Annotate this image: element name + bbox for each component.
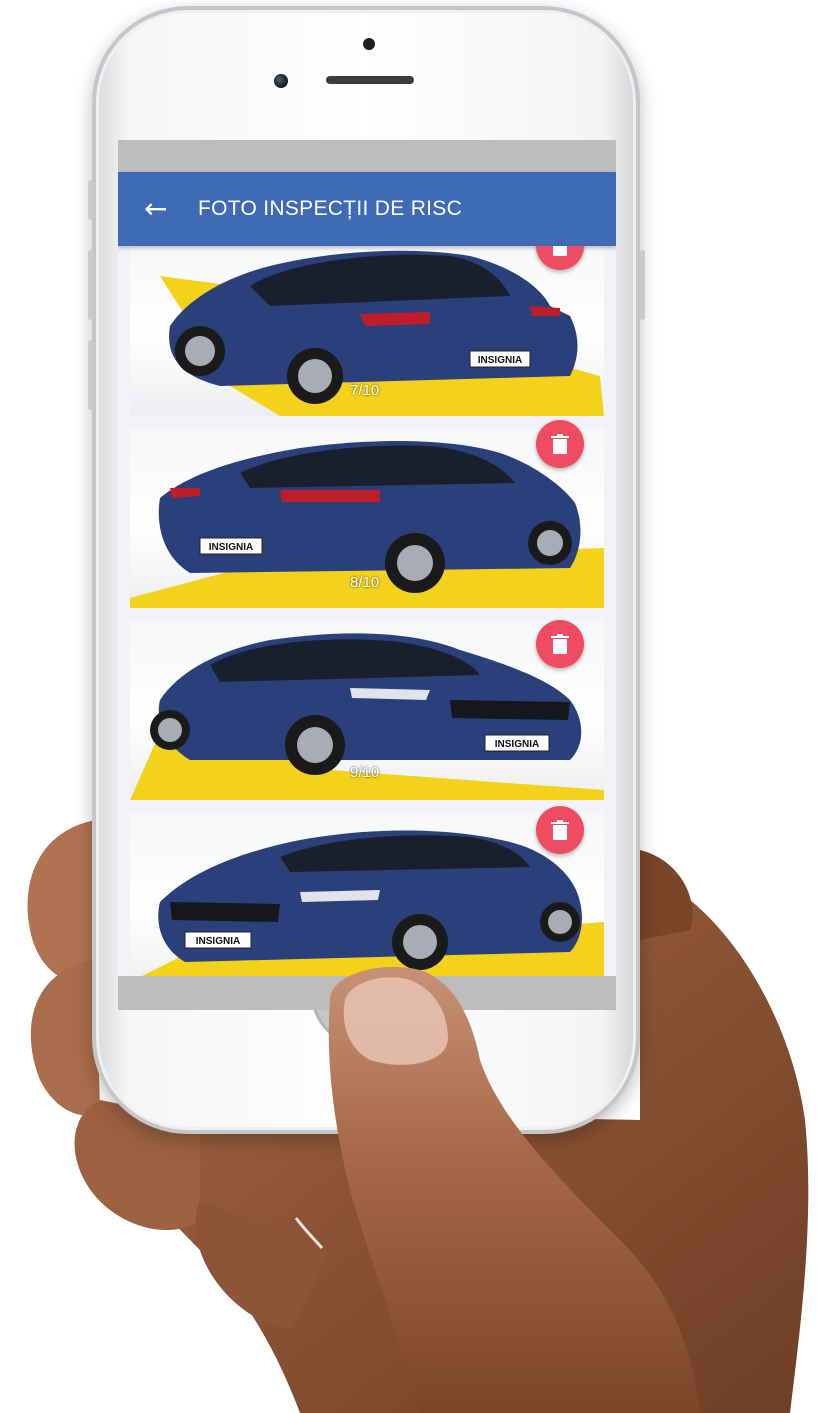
- volume-up-button: [88, 250, 93, 320]
- trash-icon: [551, 820, 569, 840]
- silent-switch: [88, 180, 93, 220]
- photo-counter: 7/10: [350, 382, 380, 399]
- photo-item[interactable]: INSIGNIA 8/10: [130, 428, 604, 608]
- navigation-bar: [118, 976, 616, 1010]
- delete-photo-button[interactable]: [536, 806, 584, 854]
- trash-icon: [553, 246, 567, 256]
- power-button: [640, 250, 645, 320]
- arrow-left-icon[interactable]: ←: [144, 195, 184, 223]
- front-camera-icon: [274, 74, 288, 88]
- app-bar: ← FOTO INSPECȚII DE RISC: [118, 172, 616, 246]
- photo-list[interactable]: INSIGNIA 7/10 INSIGNIA 8/10 INSIGNIA 9/1…: [118, 246, 616, 976]
- volume-down-button: [88, 340, 93, 410]
- license-plate: INSIGNIA: [478, 355, 522, 366]
- photo-counter: 9/10: [350, 764, 380, 781]
- trash-icon: [551, 634, 569, 654]
- phone-screen: ← FOTO INSPECȚII DE RISC INSIGNIA 7/10 I…: [118, 140, 616, 1010]
- photo-item[interactable]: INSIGNIA 9/10: [130, 620, 604, 800]
- license-plate: INSIGNIA: [196, 936, 240, 947]
- proximity-sensor: [363, 38, 375, 50]
- photo-item[interactable]: INSIGNIA: [130, 812, 604, 976]
- photo-counter: 8/10: [350, 574, 380, 591]
- status-bar: [118, 140, 616, 172]
- delete-photo-button[interactable]: [536, 420, 584, 468]
- page-title: FOTO INSPECȚII DE RISC: [198, 197, 463, 220]
- trash-icon: [551, 434, 569, 454]
- license-plate: INSIGNIA: [209, 542, 253, 553]
- car-photo: INSIGNIA: [142, 830, 604, 976]
- earpiece-speaker: [326, 76, 414, 84]
- photo-item[interactable]: INSIGNIA 7/10: [130, 246, 604, 416]
- license-plate: INSIGNIA: [495, 739, 539, 750]
- delete-photo-button[interactable]: [536, 620, 584, 668]
